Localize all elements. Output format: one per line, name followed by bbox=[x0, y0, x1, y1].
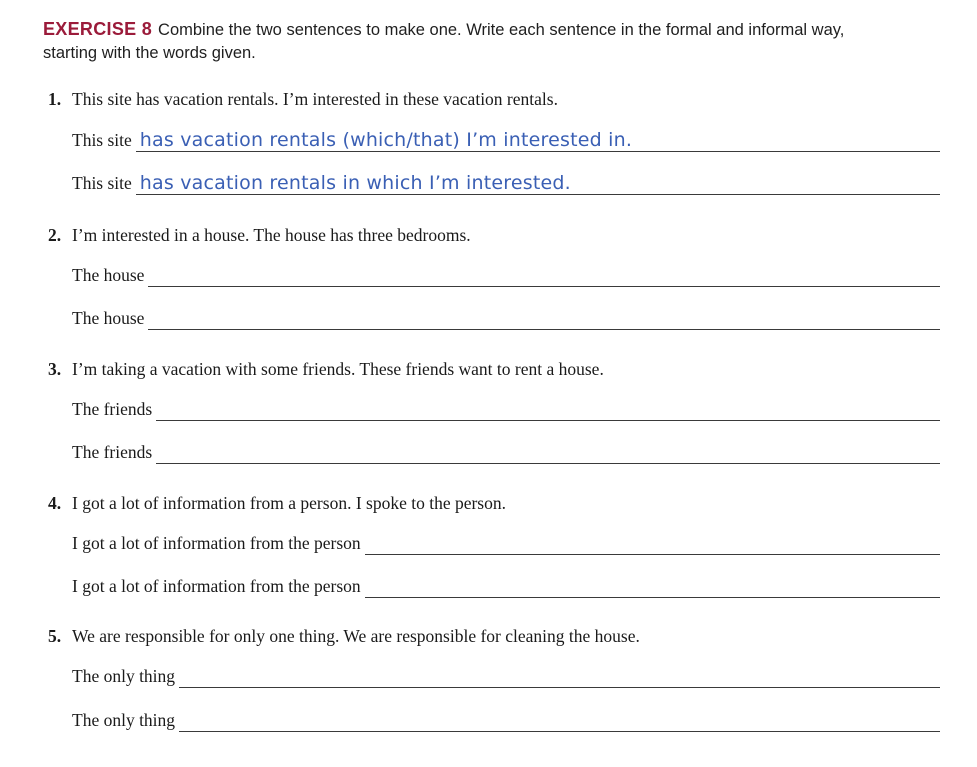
answer-stem: The friends bbox=[72, 399, 153, 419]
answer-field[interactable] bbox=[156, 437, 940, 464]
answer-field[interactable]: has vacation rentals (which/that) I’m in… bbox=[135, 125, 940, 152]
item-prompt: 5. We are responsible for only one thing… bbox=[48, 626, 940, 650]
item-prompt-text: I got a lot of information from a person… bbox=[72, 493, 506, 513]
answer-stem: The friends bbox=[72, 442, 153, 462]
answer-line-2a: The house bbox=[72, 261, 940, 287]
answer-stem: I got a lot of information from the pers… bbox=[72, 576, 361, 596]
answer-line-1b: This site has vacation rentals in which … bbox=[72, 169, 940, 195]
item-number: 4. bbox=[48, 493, 62, 513]
answer-stem: The house bbox=[72, 308, 145, 328]
answer-line-2b: The house bbox=[72, 304, 940, 330]
exercise-item-3: 3. I’m taking a vacation with some frien… bbox=[48, 359, 940, 383]
answer-field[interactable] bbox=[148, 303, 940, 330]
answer-stem: I got a lot of information from the pers… bbox=[72, 533, 361, 553]
item-prompt-text: I’m interested in a house. The house has… bbox=[72, 225, 471, 245]
answer-line-5a: The only thing bbox=[72, 662, 940, 688]
answer-stem: The only thing bbox=[72, 666, 176, 686]
item-prompt-text: This site has vacation rentals. I’m inte… bbox=[72, 89, 558, 109]
answer-line-3b: The friends bbox=[72, 438, 940, 464]
exercise-item-5: 5. We are responsible for only one thing… bbox=[48, 626, 940, 650]
item-prompt: 2. I’m interested in a house. The house … bbox=[48, 225, 940, 249]
answer-stem: The house bbox=[72, 265, 145, 285]
answer-line-4b: I got a lot of information from the pers… bbox=[72, 572, 940, 598]
answer-stem: This site bbox=[72, 173, 132, 193]
answer-field[interactable] bbox=[148, 260, 940, 287]
item-prompt-text: I’m taking a vacation with some friends.… bbox=[72, 359, 604, 379]
exercise-label: EXERCISE 8 bbox=[43, 19, 153, 39]
item-prompt-text: We are responsible for only one thing. W… bbox=[72, 626, 640, 646]
answer-stem: The only thing bbox=[72, 710, 176, 730]
item-prompt: 3. I’m taking a vacation with some frien… bbox=[48, 359, 940, 383]
item-prompt: 1. This site has vacation rentals. I’m i… bbox=[48, 89, 940, 113]
answer-stem: This site bbox=[72, 130, 132, 150]
answer-field[interactable] bbox=[179, 661, 940, 688]
item-number: 3. bbox=[48, 359, 62, 379]
answer-field[interactable] bbox=[179, 705, 940, 732]
answer-line-5b: The only thing bbox=[72, 706, 940, 732]
answer-line-1a: This site has vacation rentals (which/th… bbox=[72, 126, 940, 152]
handwritten-answer: has vacation rentals (which/that) I’m in… bbox=[139, 129, 633, 151]
answer-field[interactable]: has vacation rentals in which I’m intere… bbox=[135, 168, 940, 195]
answer-field[interactable] bbox=[156, 394, 940, 421]
answer-field[interactable] bbox=[364, 528, 940, 555]
exercise-header: EXERCISE 8 Combine the two sentences to m… bbox=[43, 18, 903, 65]
item-number: 5. bbox=[48, 626, 62, 646]
answer-field[interactable] bbox=[364, 571, 940, 598]
exercise-item-2: 2. I’m interested in a house. The house … bbox=[48, 225, 940, 249]
exercise-item-1: 1. This site has vacation rentals. I’m i… bbox=[48, 89, 940, 113]
answer-line-3a: The friends bbox=[72, 395, 940, 421]
handwritten-answer: has vacation rentals in which I’m intere… bbox=[139, 172, 571, 194]
item-number: 1. bbox=[48, 89, 62, 109]
exercise-instructions: Combine the two sentences to make one. W… bbox=[43, 21, 845, 62]
item-prompt: 4. I got a lot of information from a per… bbox=[48, 493, 940, 517]
answer-line-4a: I got a lot of information from the pers… bbox=[72, 529, 940, 555]
item-number: 2. bbox=[48, 225, 62, 245]
exercise-item-4: 4. I got a lot of information from a per… bbox=[48, 493, 940, 517]
